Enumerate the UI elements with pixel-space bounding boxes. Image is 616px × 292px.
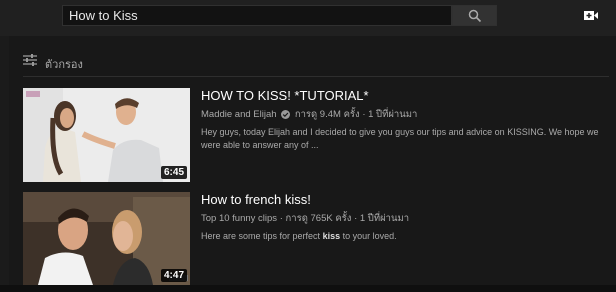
video-result[interactable]: 6:45 HOW TO KISS! *TUTORIAL* Maddie and …	[23, 88, 613, 188]
video-description: Hey guys, today Elijah and I decided to …	[201, 127, 599, 150]
divider	[23, 76, 609, 77]
description-text: to your loved.	[340, 231, 397, 241]
top-bar: How to Kiss	[0, 0, 616, 36]
channel-name[interactable]: Top 10 funny clips	[201, 213, 277, 224]
filter-sliders-icon	[23, 54, 37, 66]
left-sidebar-edge	[0, 36, 9, 285]
upload-age: 1 ปีที่ผ่านมา	[359, 213, 410, 224]
video-duration: 4:47	[160, 269, 187, 282]
video-title[interactable]: How to french kiss!	[201, 192, 311, 207]
channel-name[interactable]: Maddie and Elijah	[201, 109, 277, 120]
video-upload-icon[interactable]	[584, 10, 598, 21]
upload-age: 1 ปีที่ผ่านมา	[368, 109, 418, 120]
video-description: Here are some tips for perfect kiss to y…	[201, 230, 606, 243]
description-highlight: kiss	[322, 231, 341, 241]
video-duration: 6:45	[160, 166, 187, 179]
search-input[interactable]: How to Kiss	[62, 5, 452, 26]
search-results-panel: ตัวกรอง 6:45 HOW TO KISS! *TUTORIAL* Mad…	[9, 36, 616, 285]
search-query[interactable]: How to Kiss	[69, 8, 138, 23]
verified-check-icon	[281, 109, 291, 119]
video-meta: Top 10 funny clips · การดู 765K ครั้ง · …	[201, 211, 409, 226]
search-icon	[468, 9, 482, 23]
description-text: Here are some tips for perfect	[201, 231, 323, 241]
meta-separator: ·	[279, 213, 283, 224]
view-count: การดู 9.4M ครั้ง	[294, 109, 360, 120]
search-button[interactable]	[452, 5, 497, 26]
video-thumbnail[interactable]: 6:45	[23, 88, 190, 182]
view-count: การดู 765K ครั้ง	[285, 213, 352, 224]
video-title[interactable]: HOW TO KISS! *TUTORIAL*	[201, 88, 369, 103]
video-meta: Maddie and Elijah การดู 9.4M ครั้ง · 1 ป…	[201, 107, 417, 122]
video-thumbnail[interactable]: 4:47	[23, 192, 190, 285]
meta-separator: ·	[362, 109, 366, 120]
meta-separator: ·	[354, 213, 358, 224]
filter-label: ตัวกรอง	[45, 59, 83, 71]
video-result[interactable]: 4:47 How to french kiss! Top 10 funny cl…	[23, 192, 613, 292]
